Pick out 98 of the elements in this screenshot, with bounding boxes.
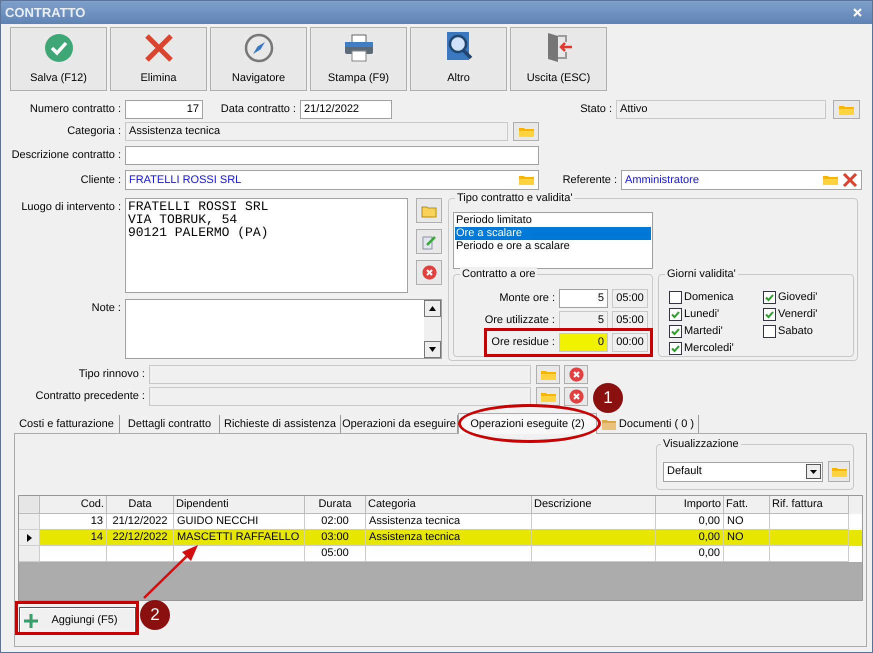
- checkbox[interactable]: [763, 324, 776, 338]
- input-field[interactable]: 21/12/2022: [300, 100, 392, 119]
- checkbox-label: Sabato: [778, 324, 813, 339]
- contract-type-list[interactable]: Periodo limitato Ore a scalare Periodo e ore a scalare: [453, 212, 653, 269]
- group-title: Tipo contratto e validita': [455, 191, 574, 205]
- field-label: Cliente :: [80, 172, 122, 188]
- edit-icon: [421, 234, 437, 250]
- folder-icon: [540, 390, 556, 402]
- field-label: Stato :: [579, 102, 613, 118]
- close-icon[interactable]: [842, 172, 858, 188]
- input-field[interactable]: Attivo: [616, 100, 826, 119]
- field-label: Ore residue :: [491, 335, 555, 350]
- table-row[interactable]: 05:00 0,00: [19, 546, 862, 562]
- folder-icon: [838, 104, 855, 116]
- field-value: Amministratore: [625, 172, 700, 188]
- folder-icon: [830, 466, 848, 478]
- tab[interactable]: Operazioni da eseguire: [341, 415, 458, 433]
- clear-button[interactable]: [564, 387, 588, 406]
- folder-icon: [540, 368, 556, 380]
- time-field: 00:00: [612, 333, 648, 352]
- list-item[interactable]: Ore a scalare: [455, 227, 651, 240]
- input-field[interactable]: [125, 146, 539, 165]
- field-label: Categoria :: [66, 124, 122, 140]
- scroll-down-icon[interactable]: [424, 341, 441, 358]
- list-item[interactable]: Periodo e ore a scalare: [455, 240, 651, 253]
- printer-icon: [342, 32, 374, 62]
- field-label: Data contratto :: [220, 102, 297, 118]
- table-row[interactable]: 14 22/12/2022 MASCETTI RAFFAELLO 03:00 Assistenza tecnica 0,00 NO: [19, 530, 862, 546]
- add-button[interactable]: Aggiungi (F5): [19, 607, 136, 634]
- toolbar-button[interactable]: Altro: [410, 27, 507, 91]
- input-field[interactable]: Assistenza tecnica: [125, 122, 508, 141]
- tab[interactable]: Operazioni eseguite (2): [458, 413, 597, 434]
- toolbar-button[interactable]: Stampa (F9): [310, 27, 407, 91]
- field-label: Contratto precedente :: [34, 389, 146, 404]
- toolbar-button[interactable]: Salva (F12): [10, 27, 107, 91]
- checkbox-label: Giovedi': [778, 290, 818, 305]
- field-label: Note :: [90, 301, 122, 316]
- folder-button[interactable]: [536, 387, 560, 406]
- table-row[interactable]: 13 21/12/2022 GUIDO NECCHI 02:00 Assistenza tecnica 0,00 NO: [19, 514, 862, 530]
- remove-icon: [422, 265, 436, 280]
- remove-icon: [568, 367, 584, 382]
- field-label: Tipo rinnovo :: [78, 367, 146, 382]
- table-cell: 0,00: [656, 546, 724, 562]
- time-field: 05:00: [612, 311, 648, 330]
- field-label: Ore utilizzate :: [484, 313, 555, 328]
- current-row-icon: [26, 534, 32, 542]
- checkbox[interactable]: [669, 324, 682, 338]
- checkbox[interactable]: [763, 308, 776, 320]
- checkbox-label: Martedi': [684, 324, 723, 339]
- folder-icon: [421, 204, 437, 218]
- folder-icon: [600, 418, 617, 430]
- field-value: FRATELLI ROSSI SRL: [129, 172, 242, 188]
- number-field[interactable]: 5: [559, 289, 608, 308]
- clear-button[interactable]: [416, 260, 442, 285]
- address-text-area[interactable]: FRATELLI ROSSI SRL VIA TOBRUK, 54 90121 PALERMO (PA): [125, 198, 408, 293]
- number-field[interactable]: 0: [559, 333, 608, 352]
- folder-icon: [518, 126, 534, 138]
- input-field[interactable]: 17: [125, 100, 203, 119]
- remove-icon: [568, 389, 584, 404]
- input-field[interactable]: Amministratore: [621, 170, 862, 190]
- folder-icon: [822, 174, 839, 186]
- scroll-up-icon[interactable]: [424, 300, 441, 317]
- checkmark-icon: [44, 32, 74, 62]
- edit-button[interactable]: [416, 229, 442, 254]
- checkbox-label: Venerdi': [778, 306, 818, 322]
- lookup-field[interactable]: [149, 365, 531, 384]
- view-dropdown[interactable]: Default: [663, 462, 823, 482]
- input-field[interactable]: FRATELLI ROSSI SRL: [125, 170, 539, 190]
- clear-button[interactable]: [564, 365, 588, 384]
- lookup-field[interactable]: [149, 387, 531, 406]
- plus-icon: [24, 614, 38, 628]
- field-label: Numero contratto :: [28, 102, 122, 118]
- toolbar-button[interactable]: Uscita (ESC): [510, 27, 607, 91]
- dropdown-value: Default: [667, 464, 702, 480]
- field-label: Referente :: [562, 172, 618, 188]
- toolbar-button[interactable]: Elimina: [110, 27, 207, 91]
- open-button[interactable]: [416, 198, 442, 223]
- folder-icon: [518, 174, 535, 186]
- checkbox[interactable]: [669, 290, 682, 304]
- window-title: CONTRATTO: [5, 4, 86, 22]
- checkbox[interactable]: [669, 308, 682, 320]
- compass-icon: [244, 32, 274, 62]
- time-field: 05:00: [612, 289, 648, 308]
- step-badge: 1: [593, 383, 623, 413]
- checkbox-label: Lunedi': [684, 306, 720, 322]
- checkbox[interactable]: [763, 290, 776, 304]
- delete-icon: [144, 32, 174, 62]
- list-item[interactable]: Periodo limitato: [455, 214, 651, 227]
- checkbox[interactable]: [669, 342, 682, 354]
- pointer-arrow: [142, 543, 200, 600]
- field-label: Monte ore :: [499, 291, 555, 306]
- scrollbar[interactable]: [424, 300, 441, 358]
- checkbox-label: Mercoledi': [684, 340, 734, 356]
- toolbar-button[interactable]: Navigatore: [210, 27, 307, 91]
- checkbox-label: Domenica: [684, 290, 734, 305]
- field-label: Luogo di intervento :: [20, 200, 122, 215]
- table-cell: 05:00: [305, 546, 366, 562]
- field-label: Descrizione contratto :: [10, 148, 122, 164]
